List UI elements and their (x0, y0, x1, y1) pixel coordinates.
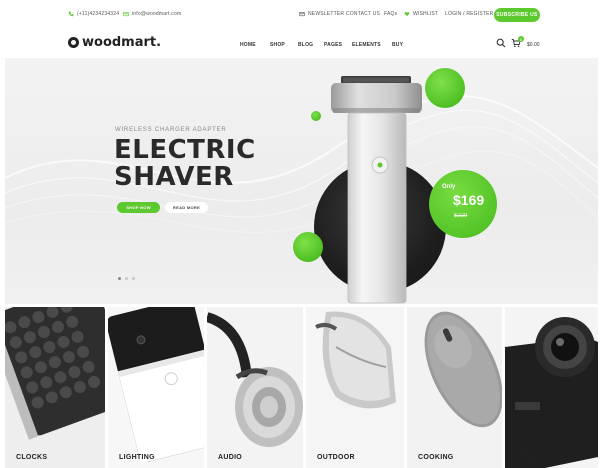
hero-background-waves (5, 94, 598, 233)
contact-us-link[interactable]: CONTACT US (346, 11, 380, 17)
price-current: $169 (453, 192, 485, 208)
nav-buy[interactable]: BUY (392, 42, 403, 48)
category-toys[interactable]: TOYS (505, 307, 598, 468)
decor-green-circle (425, 68, 465, 108)
phone-contact[interactable]: (+11)4234234324 (68, 11, 119, 17)
electric-shaver-image (323, 76, 430, 304)
category-label: COOKING (418, 454, 454, 461)
nav-shop[interactable]: SHOP (270, 42, 285, 48)
decor-green-dot (311, 111, 321, 121)
phone-icon (68, 11, 74, 17)
hero-title: ELECTRIC SHAVER (114, 137, 256, 191)
speaker-image (306, 307, 404, 468)
headphones-image (207, 307, 303, 468)
phone-image (108, 307, 204, 468)
hero-slider: WIRELESS CHARGER ADAPTER ELECTRIC SHAVER… (5, 58, 598, 304)
faqs-label: FAQs (384, 11, 398, 17)
price-old: $229 (454, 213, 468, 219)
hero-title-line-1: ELECTRIC (114, 135, 256, 165)
email-address: info@woodmart.com (132, 11, 182, 17)
category-cooking[interactable]: COOKING (407, 307, 502, 468)
category-label: CLOCKS (16, 454, 48, 461)
category-clocks[interactable]: CLOCKS (5, 307, 105, 468)
subscribe-button[interactable]: SUBSCRIBE US (494, 8, 540, 22)
category-grid: CLOCKS LIGHTING AUDIO OUTDOOR COOKING TO… (5, 307, 598, 468)
cart-total[interactable]: $0.00 (527, 42, 540, 48)
wishlist-label: WISHLIST (413, 11, 439, 17)
decor-green-circle (293, 232, 323, 262)
read-more-button[interactable]: READ MORE (165, 202, 208, 213)
email-contact[interactable]: info@woodmart.com (123, 11, 181, 17)
logo-text: woodmart. (82, 35, 162, 50)
category-label: LIGHTING (119, 454, 155, 461)
faqs-link[interactable]: FAQs (384, 11, 397, 17)
slider-dot[interactable] (132, 277, 135, 280)
mouse-image (407, 307, 502, 468)
category-lighting[interactable]: LIGHTING (108, 307, 204, 468)
price-badge: Only $169 $229 (429, 170, 497, 238)
logo-icon (68, 37, 79, 48)
mail-icon (123, 11, 129, 17)
newsletter-link[interactable]: NEWSLETTER (299, 11, 344, 17)
nav-home[interactable]: HOME (240, 42, 256, 48)
site-logo[interactable]: woodmart. (68, 35, 161, 50)
envelope-icon (299, 11, 305, 17)
slider-pagination (118, 277, 135, 280)
slider-dot[interactable] (118, 277, 121, 280)
nav-blog[interactable]: BLOG (298, 42, 313, 48)
top-bar: (+11)4234234324 info@woodmart.com NEWSLE… (0, 0, 603, 30)
category-audio[interactable]: AUDIO (207, 307, 303, 468)
category-outdoor[interactable]: OUTDOOR (306, 307, 404, 468)
category-label: AUDIO (218, 454, 243, 461)
category-label: TOYS (516, 454, 537, 461)
heart-icon (404, 11, 410, 17)
cart-count-badge: 0 (518, 36, 524, 42)
hero-subtitle: WIRELESS CHARGER ADAPTER (115, 127, 227, 133)
main-header: woodmart. HOME SHOP BLOG PAGES ELEMENTS … (0, 30, 603, 58)
keyboard-image (5, 307, 105, 468)
wishlist-link[interactable]: WISHLIST (404, 11, 438, 17)
phone-number: (+11)4234234324 (77, 11, 120, 17)
shop-now-button[interactable]: SHOP NOW (117, 202, 160, 213)
login-register-label: LOGIN / REGISTER (445, 11, 494, 17)
login-register-link[interactable]: LOGIN / REGISTER (445, 11, 494, 17)
category-label: OUTDOOR (317, 454, 355, 461)
nav-pages[interactable]: PAGES (324, 42, 342, 48)
slider-dot[interactable] (125, 277, 128, 280)
price-only-label: Only (442, 184, 456, 190)
nav-elements[interactable]: ELEMENTS (352, 42, 381, 48)
contact-us-label: CONTACT US (346, 11, 381, 17)
newsletter-label: NEWSLETTER (308, 11, 345, 17)
hero-title-line-2: SHAVER (114, 162, 234, 192)
camera-image (505, 307, 598, 468)
search-icon[interactable] (496, 38, 506, 48)
